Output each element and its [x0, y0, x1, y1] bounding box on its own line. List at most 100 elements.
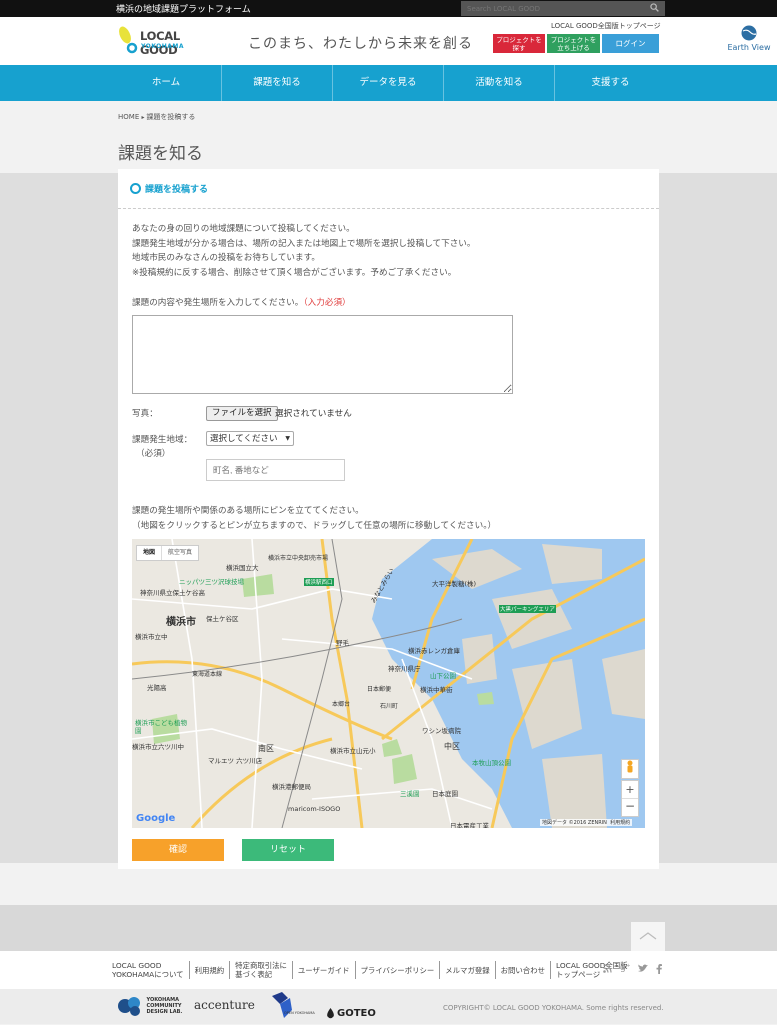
back-to-top-button[interactable]	[631, 922, 665, 951]
twitter-icon[interactable]	[638, 964, 649, 973]
map-label: 三溪園	[400, 790, 420, 798]
login-button[interactable]: ログイン	[602, 34, 659, 53]
logo-subtext: YOKOHAMA	[141, 43, 184, 50]
map-label: 日本電産工業	[450, 822, 489, 828]
map-label: マルエツ 六ツ川店	[208, 757, 263, 765]
site-footer: LOCAL GOOD YOKOHAMAについて 利用規約 特定商取引法に 基づく…	[0, 951, 777, 989]
map-label: ワシン坂病院	[422, 727, 461, 735]
divider	[118, 208, 659, 209]
map-label: 横浜市	[166, 617, 196, 628]
footer-link[interactable]: ユーザーガイド	[291, 961, 355, 979]
content-prompt: 課題の内容や発生場所を入力してください。（入力必須）	[132, 296, 351, 308]
area-label: 課題発生地域：	[132, 435, 193, 445]
map-label: 本郷台	[332, 701, 351, 708]
map-instructions: 課題の発生場所や関係のある場所にピンを立ててください。 （地図をクリックするとピ…	[132, 504, 496, 534]
open-yokohama-text: OPEN YOKOHAMA	[284, 1011, 315, 1015]
area-select[interactable]: 選択してください ▼	[206, 431, 294, 446]
map-label: 大平洋製糖(株)	[432, 580, 477, 588]
ring-icon	[130, 183, 141, 194]
street-view-icon[interactable]	[621, 759, 639, 779]
goteo-text: GOTEO	[337, 1007, 376, 1019]
map-terms-link[interactable]: 利用規約	[610, 820, 630, 826]
nationwide-link[interactable]: LOCAL GOOD全国版トップページ	[551, 21, 661, 31]
breadcrumb-home[interactable]: HOME	[118, 113, 139, 121]
search-icon[interactable]	[650, 3, 659, 12]
footer-link[interactable]: プライバシーポリシー	[354, 961, 440, 979]
zoom-in-icon[interactable]: +	[622, 781, 638, 798]
site-logo[interactable]: LOCAL GOOD YOKOHAMA	[118, 26, 213, 57]
post-issue-card: 課題を投稿する あなたの身の回りの地域課題について投稿してください。 課題発生地…	[118, 169, 659, 869]
copyright: COPYRIGHT© LOCAL GOOD YOKOHAMA. Some rig…	[443, 1004, 664, 1012]
chevron-down-icon: ▼	[285, 435, 290, 442]
content-prompt-text: 課題の内容や発生場所を入力してください。	[132, 298, 304, 308]
accenture-logo[interactable]: accenture	[194, 998, 255, 1022]
map-label: 横浜市こども植物園	[135, 719, 187, 735]
map-instruction-line: 課題の発生場所や関係のある場所にピンを立ててください。	[132, 506, 364, 516]
map-label: 横浜国立大	[226, 564, 259, 572]
earth-view-label: Earth View	[727, 43, 771, 52]
map-label: 本牧山頂公園	[472, 759, 511, 767]
nav-data[interactable]: データを見る	[333, 65, 444, 101]
map-label: 神奈川県庁	[388, 665, 421, 673]
globe-icon	[741, 25, 757, 41]
area-select-value: 選択してください	[210, 434, 278, 444]
map-label: 横浜港郵便局	[272, 783, 311, 791]
map-label: 横浜市立山元小	[330, 747, 376, 755]
satellite-tab[interactable]: 航空写真	[161, 546, 198, 560]
map-label: 神奈川県立保土ケ谷高	[140, 589, 205, 597]
google-plus-icon[interactable]: g⁺	[620, 964, 630, 974]
chevron-up-icon	[639, 932, 657, 940]
social-links: g⁺	[603, 964, 663, 974]
nav-home[interactable]: ホーム	[111, 65, 222, 101]
footer-links: LOCAL GOOD YOKOHAMAについて 利用規約 特定商取引法に 基づく…	[112, 961, 633, 979]
earth-view-link[interactable]: Earth View	[724, 25, 774, 52]
partner-bar: YOKOHAMA COMMUNITY DESIGN LAB. accenture…	[0, 989, 777, 1024]
reset-button[interactable]: リセット	[242, 839, 334, 861]
facebook-icon[interactable]	[656, 964, 663, 974]
goteo-logo[interactable]: GOTEO	[326, 1001, 376, 1025]
find-project-button[interactable]: プロジェクトを 探す	[493, 34, 545, 53]
footer-link[interactable]: LOCAL GOOD YOKOHAMAについて	[112, 961, 189, 979]
breadcrumb: HOME ▸ 課題を投稿する	[118, 112, 195, 122]
card-heading: 課題を投稿する	[130, 182, 208, 195]
intro-line: 課題発生地域が分かる場合は、場所の記入または地図上で場所を選択し投稿して下さい。	[132, 238, 476, 249]
cdl-logo-text: YOKOHAMA COMMUNITY DESIGN LAB.	[146, 997, 183, 1015]
map-label: maricom-ISOGO	[288, 805, 341, 813]
nav-issues[interactable]: 課題を知る	[222, 65, 333, 101]
issue-content-textarea[interactable]	[132, 315, 513, 394]
rss-icon[interactable]	[603, 964, 612, 973]
map-label: 横浜中華街	[420, 686, 453, 694]
footer-link[interactable]: 特定商取引法に 基づく表記	[229, 961, 292, 979]
launch-project-button[interactable]: プロジェクトを 立ち上げる	[547, 34, 600, 53]
footer-link[interactable]: メルマガ登録	[439, 961, 494, 979]
confirm-button[interactable]: 確認	[132, 839, 224, 861]
map-tab[interactable]: 地図	[137, 546, 161, 560]
zoom-out-icon[interactable]: −	[622, 798, 638, 816]
address-input[interactable]	[206, 459, 345, 481]
open-yokohama-logo[interactable]: OPEN YOKOHAMA	[270, 992, 315, 1018]
map-copyright: 地図データ ©2016 ZENRIN 利用規約	[540, 819, 633, 826]
map-label: 横浜赤レンガ倉庫	[408, 647, 460, 655]
map-label: 横浜駅西口	[304, 578, 334, 586]
site-tagline: 横浜の地域課題プラットフォーム	[116, 5, 251, 15]
footer-link[interactable]: 利用規約	[188, 961, 230, 979]
goteo-drop-icon	[327, 1007, 334, 1018]
nav-support[interactable]: 支援する	[555, 65, 666, 101]
main-nav: ホーム 課題を知る データを見る 活動を知る 支援する	[0, 65, 777, 101]
breadcrumb-current: 課題を投稿する	[146, 113, 196, 121]
area-required-mark: （必須）	[136, 449, 171, 459]
intro-line: ※投稿規約に反する場合、削除させて頂く場合がございます。予めご了承ください。	[132, 267, 457, 278]
search-input[interactable]	[461, 1, 665, 16]
nav-activities[interactable]: 活動を知る	[444, 65, 555, 101]
footer-link[interactable]: お問い合わせ	[494, 961, 550, 979]
pin-map[interactable]: 地図 航空写真 横浜市 横浜国立大 神奈川県立保土ケ谷高 横浜駅西口 ニッパツ三…	[132, 539, 645, 828]
intro-line: あなたの身の回りの地域課題について投稿してください。	[132, 224, 355, 234]
map-label: 日本庭園	[432, 790, 458, 798]
map-label: 大黒パーキングエリア	[499, 605, 556, 613]
map-label: 横浜市立六ツ川中	[132, 743, 184, 751]
cdl-logo[interactable]: YOKOHAMA COMMUNITY DESIGN LAB.	[117, 995, 183, 1019]
card-heading-text: 課題を投稿する	[145, 185, 209, 195]
choose-file-button[interactable]: ファイルを選択	[206, 406, 278, 421]
site-header: LOCAL GOOD YOKOHAMA このまち、わたしから未来を創る LOCA…	[0, 17, 777, 65]
google-logo: Google	[136, 813, 176, 824]
